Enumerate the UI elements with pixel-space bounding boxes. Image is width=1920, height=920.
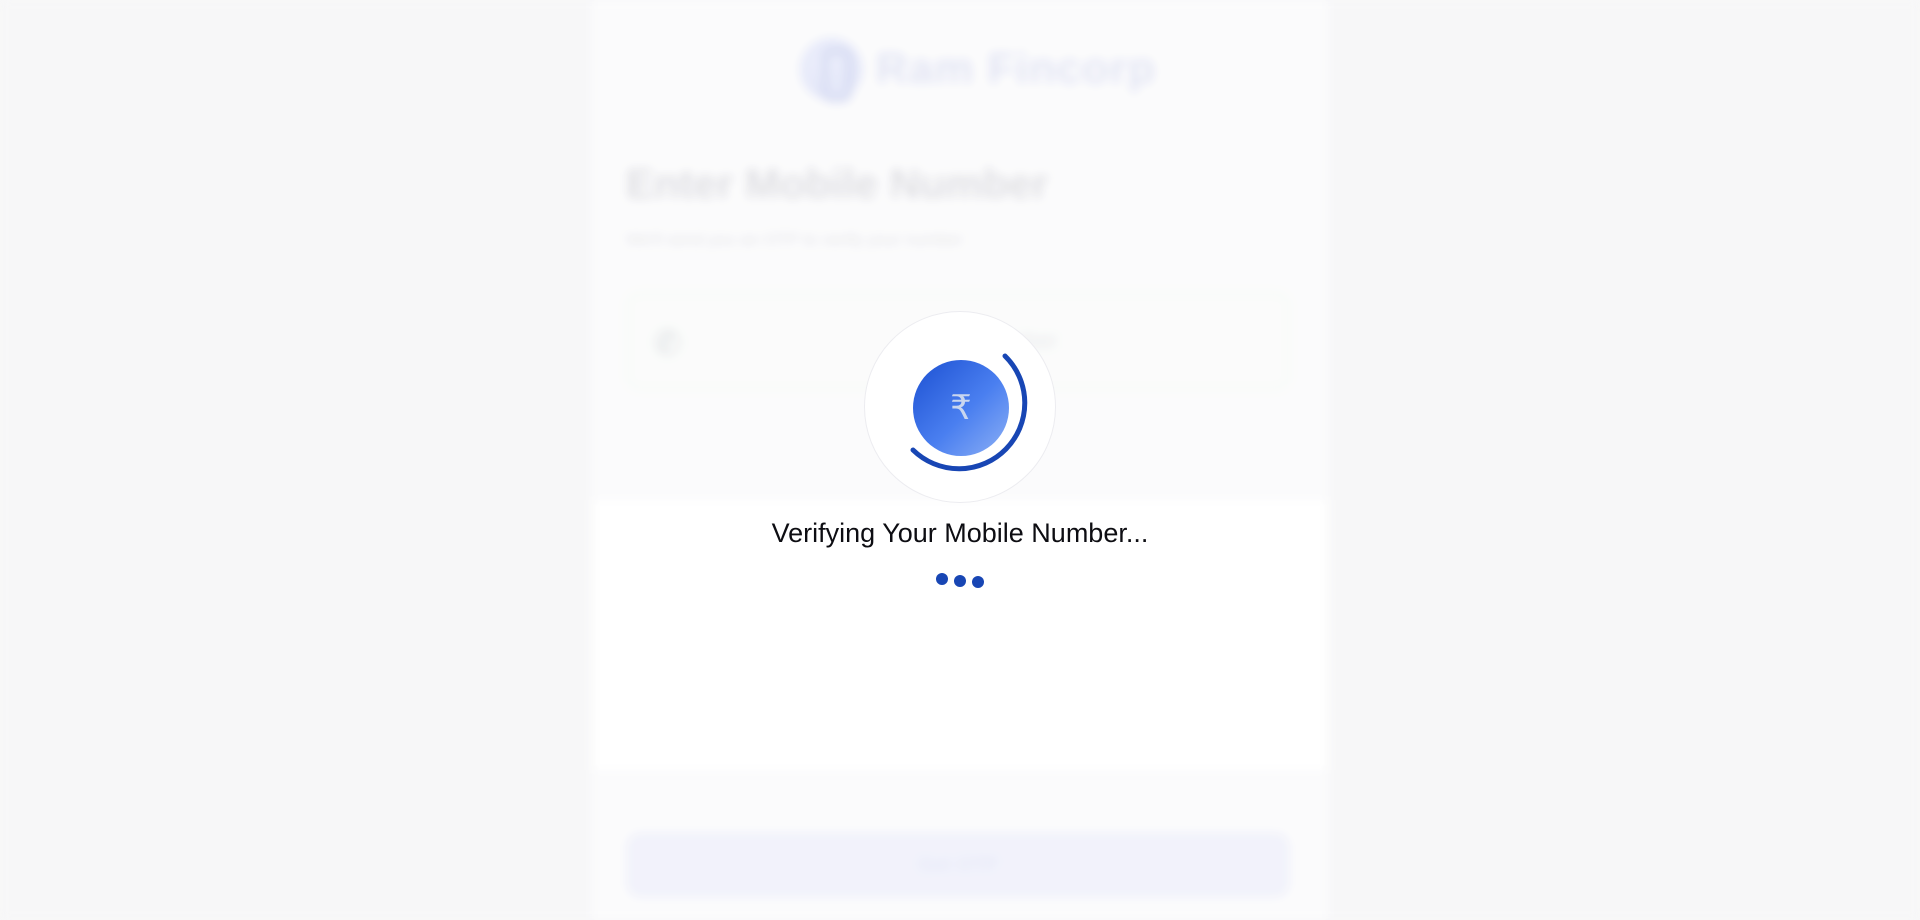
rupee-symbol: ₹ [950, 388, 972, 428]
loading-dots [936, 573, 984, 588]
loader-circle: ₹ [864, 311, 1056, 503]
loading-dot [972, 576, 984, 588]
loading-dot [936, 573, 948, 585]
rupee-coin-icon: ₹ [913, 360, 1009, 456]
loading-status-text: Verifying Your Mobile Number... [771, 518, 1149, 548]
loading-dot [954, 575, 966, 587]
loading-overlay: ₹ Verifying Your Mobile Number... [0, 0, 1920, 920]
